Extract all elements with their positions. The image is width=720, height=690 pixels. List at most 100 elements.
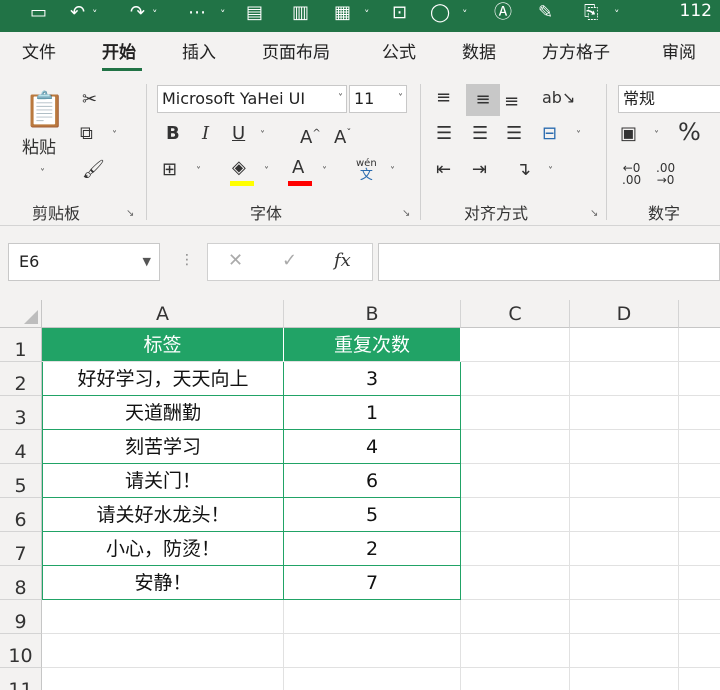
- layout-icon[interactable]: ▤: [246, 2, 263, 24]
- grid-cell[interactable]: [461, 566, 570, 600]
- tab-fangfang-gezi[interactable]: 方方格子: [542, 42, 610, 64]
- grid-cell[interactable]: [461, 328, 570, 362]
- grid-cell[interactable]: [284, 634, 461, 668]
- grid-cell[interactable]: [679, 464, 720, 498]
- row-header[interactable]: 5: [0, 464, 42, 498]
- clipboard-icon[interactable]: ⎘: [584, 2, 598, 24]
- grid-cell[interactable]: [461, 362, 570, 396]
- grid-cell[interactable]: [461, 498, 570, 532]
- chevron-down-icon[interactable]: ˅: [364, 4, 370, 26]
- grid-cell[interactable]: [570, 532, 679, 566]
- undo-icon[interactable]: ↶: [70, 2, 85, 24]
- align-bottom-icon[interactable]: ≡: [504, 90, 519, 114]
- grow-font-button[interactable]: A^: [300, 122, 321, 150]
- underline-button[interactable]: U: [232, 122, 245, 146]
- dialog-launcher-icon[interactable]: ↘: [402, 208, 410, 219]
- select-icon[interactable]: ⊡: [392, 2, 407, 24]
- cancel-icon[interactable]: ✕: [228, 250, 243, 271]
- copy-icon[interactable]: ⧉: [80, 122, 93, 146]
- fill-color-icon[interactable]: ◈: [232, 156, 246, 180]
- align-center-icon[interactable]: ☰: [472, 122, 488, 146]
- grid-cell[interactable]: [679, 396, 720, 430]
- dialog-launcher-icon[interactable]: ↘: [126, 208, 134, 219]
- grid-cell[interactable]: [679, 634, 720, 668]
- grid-cell[interactable]: [284, 668, 461, 690]
- bold-button[interactable]: B: [166, 122, 180, 146]
- chevron-down-icon[interactable]: ˅: [92, 4, 98, 26]
- align-left-icon[interactable]: ☰: [436, 122, 452, 146]
- phonetic-guide-button[interactable]: wén 文: [356, 158, 377, 182]
- tab-data[interactable]: 数据: [462, 42, 496, 64]
- grid-cell[interactable]: [461, 532, 570, 566]
- font-color-button[interactable]: A: [292, 156, 304, 180]
- shrink-font-button[interactable]: Aˇ: [334, 122, 351, 150]
- table-cell[interactable]: 请关好水龙头！: [42, 498, 284, 532]
- format-painter-icon[interactable]: 🖌: [82, 158, 105, 182]
- tab-file[interactable]: 文件: [22, 42, 56, 64]
- table-cell[interactable]: 好好学习，天天向上: [42, 362, 284, 396]
- chevron-down-icon[interactable]: ˅: [338, 86, 343, 112]
- chevron-down-icon[interactable]: ˅: [196, 160, 201, 184]
- align-right-icon[interactable]: ☰: [506, 122, 522, 146]
- tab-insert[interactable]: 插入: [182, 42, 216, 64]
- row-header[interactable]: 9: [0, 600, 42, 634]
- grid-cell[interactable]: [284, 600, 461, 634]
- table-cell[interactable]: 天道酬勤: [42, 396, 284, 430]
- table-cell[interactable]: 2: [284, 532, 461, 566]
- grid-cell[interactable]: [570, 362, 679, 396]
- increase-decimal-icon[interactable]: ←0.00: [622, 162, 641, 186]
- decrease-indent-icon[interactable]: ⇤: [436, 158, 451, 182]
- grid-cell[interactable]: [570, 668, 679, 690]
- merge-center-icon[interactable]: ⊟: [542, 122, 557, 146]
- grid-cell[interactable]: [679, 532, 720, 566]
- table-cell[interactable]: 小心，防烫！: [42, 532, 284, 566]
- grid-cell[interactable]: [42, 668, 284, 690]
- grid-cell[interactable]: [461, 464, 570, 498]
- table-cell[interactable]: 6: [284, 464, 461, 498]
- table-cell[interactable]: 刻苦学习: [42, 430, 284, 464]
- column-header-c[interactable]: C: [461, 300, 570, 328]
- accounting-format-icon[interactable]: ▣: [620, 122, 637, 146]
- increase-indent-icon[interactable]: ⇥: [472, 158, 487, 182]
- row-header[interactable]: 1: [0, 328, 42, 362]
- row-header[interactable]: 2: [0, 362, 42, 396]
- wrap-text-icon[interactable]: ↴: [516, 158, 531, 182]
- enter-icon[interactable]: ✓: [282, 250, 297, 271]
- row-header[interactable]: 4: [0, 430, 42, 464]
- pen-icon[interactable]: ✎: [538, 2, 553, 24]
- chevron-down-icon[interactable]: ˅: [322, 160, 327, 184]
- grid-cell[interactable]: [461, 668, 570, 690]
- table-cell[interactable]: 3: [284, 362, 461, 396]
- tab-page-layout[interactable]: 页面布局: [262, 42, 330, 64]
- align-middle-icon[interactable]: ≡: [466, 84, 500, 116]
- column-header-d[interactable]: D: [570, 300, 679, 328]
- table-cell[interactable]: 请关门！: [42, 464, 284, 498]
- chevron-down-icon[interactable]: ˅: [152, 4, 158, 26]
- borders-icon[interactable]: ⊞: [162, 158, 177, 182]
- chevron-down-icon[interactable]: ˅: [264, 160, 269, 184]
- table-cell[interactable]: 1: [284, 396, 461, 430]
- resize-handle-icon[interactable]: ⋮: [180, 252, 194, 268]
- grid-cell[interactable]: [461, 600, 570, 634]
- chevron-down-icon[interactable]: ˅: [390, 160, 395, 184]
- paste-button-label[interactable]: 粘贴: [22, 136, 56, 160]
- grid-cell[interactable]: [679, 328, 720, 362]
- grid-cell[interactable]: [461, 396, 570, 430]
- chevron-down-icon[interactable]: ˅: [398, 86, 403, 112]
- grid-cell[interactable]: [679, 600, 720, 634]
- insert-function-button[interactable]: fx: [334, 250, 351, 271]
- grid-cell[interactable]: [570, 566, 679, 600]
- chevron-down-icon[interactable]: ˅: [220, 4, 226, 26]
- save-icon[interactable]: ▭: [30, 2, 47, 24]
- grid-cell[interactable]: [570, 464, 679, 498]
- table-header-cell[interactable]: 重复次数: [284, 328, 461, 362]
- number-format-combo[interactable]: 常规: [618, 85, 720, 113]
- grid-cell[interactable]: [570, 396, 679, 430]
- grid-cell[interactable]: [42, 600, 284, 634]
- dialog-launcher-icon[interactable]: ↘: [590, 208, 598, 219]
- grid-cell[interactable]: [42, 634, 284, 668]
- table-icon[interactable]: ▦: [334, 2, 351, 24]
- grid-cell[interactable]: [570, 430, 679, 464]
- column-header-e[interactable]: [679, 300, 720, 328]
- paste-icon[interactable]: 📋: [22, 86, 68, 134]
